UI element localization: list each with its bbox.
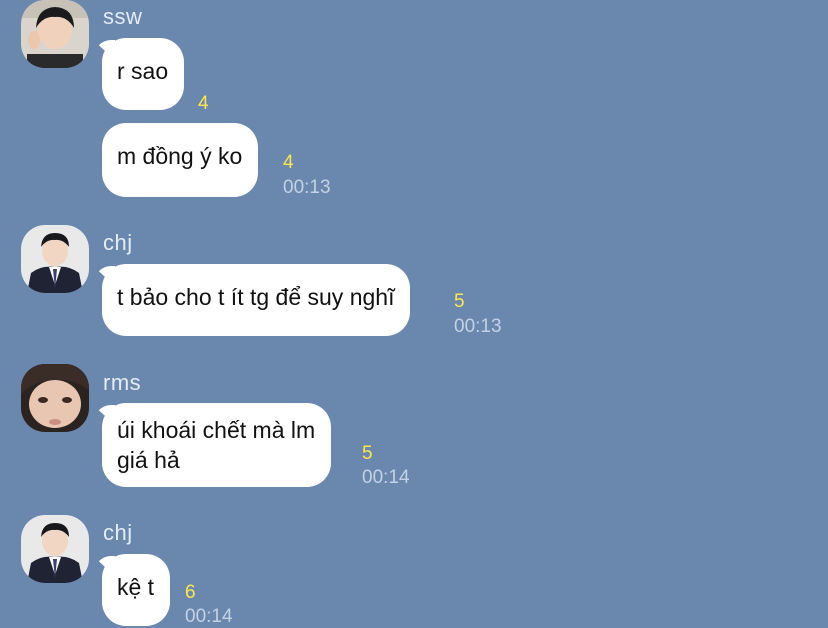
avatar-ssw[interactable] (21, 0, 89, 68)
profile-photo-icon (21, 225, 89, 293)
message-text: r sao (117, 58, 169, 84)
message-text: m đồng ý ko (117, 143, 243, 169)
avatar-rms[interactable] (21, 364, 89, 432)
message-time: 00:14 (185, 606, 233, 627)
unread-count: 5 (362, 443, 373, 464)
message-bubble[interactable]: kệ t (102, 554, 171, 626)
message-time: 00:14 (362, 467, 410, 488)
profile-photo-icon (21, 515, 89, 583)
unread-count: 5 (454, 291, 465, 312)
avatar-chj[interactable] (21, 225, 89, 293)
chat-message-list: ssw r sao 4 m đồng ý ko 4 00:13 chj t bả… (0, 0, 828, 628)
message-bubble[interactable]: úi khoái chết mà lm giá hả (102, 403, 332, 487)
message-bubble[interactable]: r sao (102, 38, 185, 110)
message-time: 00:13 (454, 316, 502, 337)
message-text: t bảo cho t ít tg để suy nghĩ (117, 284, 395, 310)
message-bubble[interactable]: m đồng ý ko (102, 123, 259, 197)
sender-name: chj (103, 230, 133, 255)
avatar-chj[interactable] (21, 515, 89, 583)
sender-name: chj (103, 520, 133, 545)
message-time: 00:13 (283, 177, 331, 198)
sender-name: ssw (103, 4, 143, 29)
profile-photo-icon (21, 0, 89, 68)
message-text: kệ t (117, 574, 155, 600)
unread-count: 6 (185, 582, 196, 603)
unread-count: 4 (198, 93, 209, 114)
message-bubble[interactable]: t bảo cho t ít tg để suy nghĩ (102, 264, 411, 336)
message-text: úi khoái chết mà lm giá hả (117, 417, 316, 473)
unread-count: 4 (283, 152, 294, 173)
sender-name: rms (103, 370, 142, 395)
profile-photo-icon (21, 364, 89, 432)
